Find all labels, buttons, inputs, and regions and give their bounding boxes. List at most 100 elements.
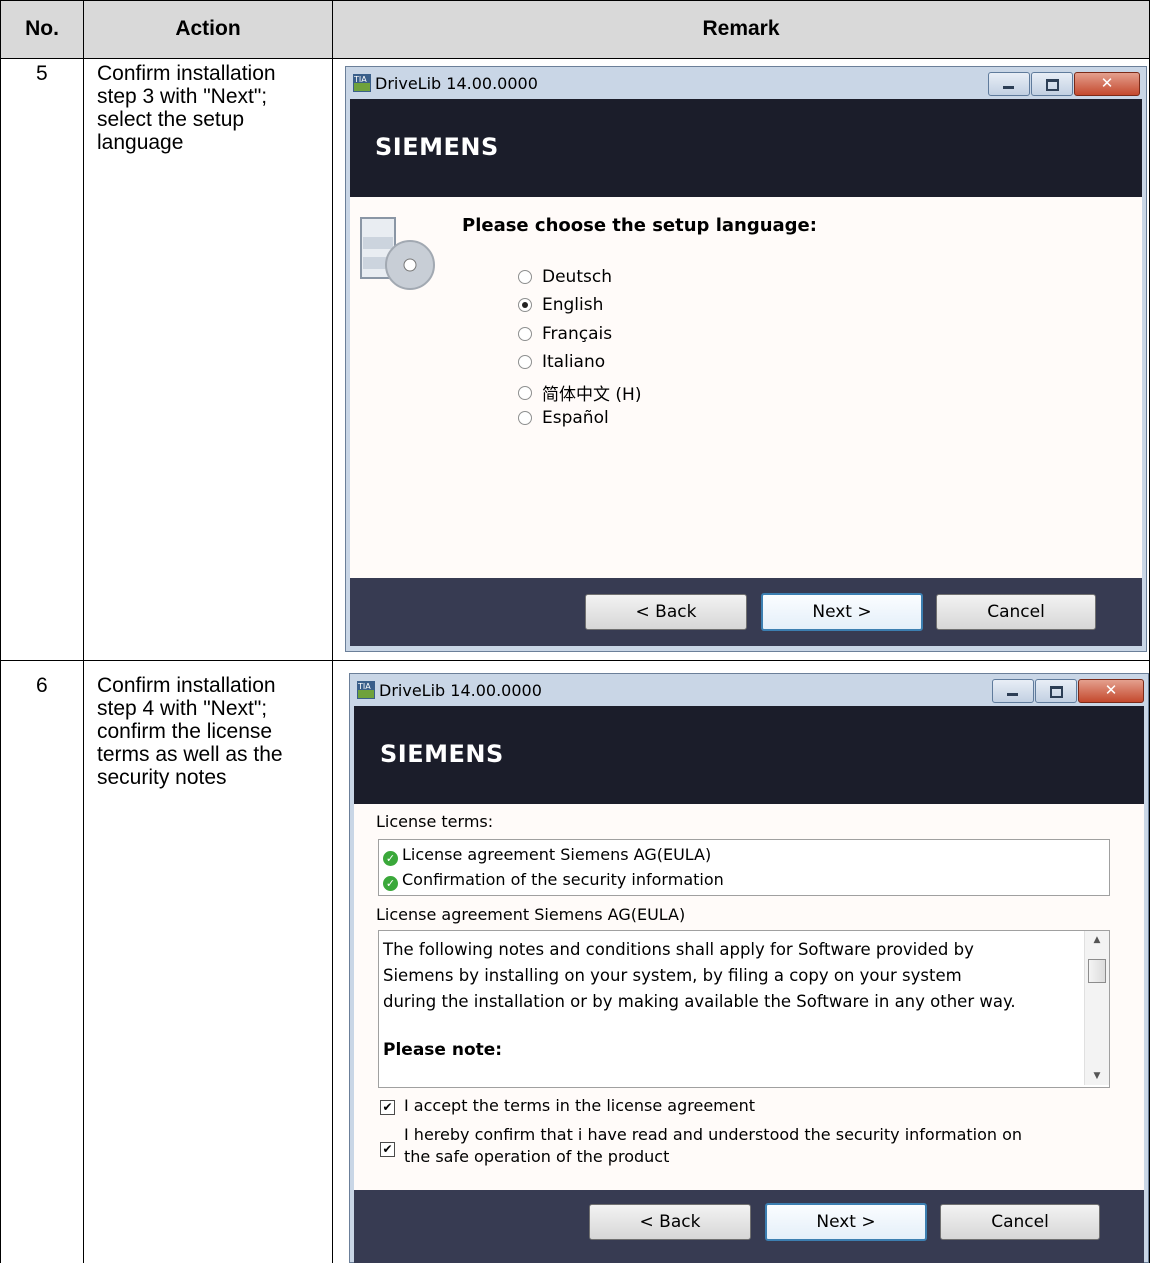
window-title: DriveLib 14.00.0000	[379, 681, 542, 700]
language-option-chinese[interactable]: 简体中文 (H)	[518, 380, 641, 405]
grid-line	[332, 0, 333, 1263]
license-item-label: License agreement Siemens AG(EULA)	[402, 845, 712, 864]
row-6-action: Confirm installation step 4 with "Next";…	[97, 674, 283, 789]
license-terms-dialog: TIA DriveLib 14.00.0000 ✕ SIEMENS Licens…	[349, 673, 1149, 1263]
back-button[interactable]: < Back	[585, 594, 747, 630]
brand-banner: SIEMENS	[350, 99, 1142, 197]
back-button[interactable]: < Back	[589, 1204, 751, 1240]
language-label: Deutsch	[542, 267, 612, 287]
dialog-content: Please choose the setup language: Deutsc…	[350, 197, 1142, 578]
language-option-espanol[interactable]: Español	[518, 408, 609, 428]
language-label: English	[542, 295, 604, 315]
header-no: No.	[1, 0, 83, 58]
header-remark: Remark	[333, 0, 1149, 58]
language-label: Italiano	[542, 352, 606, 372]
maximize-icon	[1046, 79, 1059, 91]
eula-text: The following notes and conditions shall…	[383, 937, 1083, 1063]
minimize-icon	[1007, 693, 1018, 696]
minimize-button[interactable]	[988, 72, 1030, 96]
tia-app-icon: TIA	[353, 74, 371, 92]
language-label: Español	[542, 408, 609, 428]
action-line: language	[97, 131, 184, 154]
setup-disc-icon	[360, 217, 435, 290]
grid-line	[0, 0, 1, 1263]
scroll-up-icon[interactable]: ▲	[1085, 935, 1109, 945]
minimize-icon	[1003, 86, 1014, 89]
language-label: 简体中文 (H)	[542, 385, 642, 405]
siemens-logo: SIEMENS	[380, 740, 504, 768]
radio-button-selected[interactable]	[518, 298, 532, 312]
next-button[interactable]: Next >	[761, 593, 923, 631]
dialog-footer: < Back Next > Cancel	[350, 578, 1142, 646]
minimize-button[interactable]	[992, 679, 1034, 703]
check-ok-icon: ✓	[383, 851, 398, 866]
action-line: terms as well as the	[97, 743, 283, 766]
confirm-security-line: the safe operation of the product	[404, 1147, 670, 1166]
grid-line	[83, 0, 84, 1263]
svg-text:TIA: TIA	[353, 75, 367, 84]
radio-button[interactable]	[518, 411, 532, 425]
eula-line: The following notes and conditions shall…	[383, 940, 974, 959]
close-button[interactable]: ✕	[1078, 679, 1144, 703]
maximize-button[interactable]	[1035, 679, 1077, 703]
radio-button[interactable]	[518, 355, 532, 369]
close-button[interactable]: ✕	[1074, 72, 1140, 96]
setup-language-dialog: TIA DriveLib 14.00.0000 ✕ SIEMENS Please…	[345, 66, 1147, 652]
confirm-security-checkbox-row[interactable]: ✔ I hereby confirm that i have read and …	[378, 1124, 1118, 1174]
row-6-number: 6	[36, 674, 48, 697]
close-icon: ✕	[1100, 74, 1114, 92]
header-action: Action	[84, 0, 332, 58]
license-item[interactable]: ✓ License agreement Siemens AG(EULA)	[383, 843, 711, 867]
dialog-footer: < Back Next > Cancel	[354, 1190, 1144, 1263]
cancel-button[interactable]: Cancel	[940, 1204, 1100, 1240]
grid-line	[0, 0, 1150, 1]
action-line: step 3 with "Next";	[97, 85, 268, 108]
eula-line: Siemens by installing on your system, by…	[383, 966, 962, 985]
language-option-italiano[interactable]: Italiano	[518, 352, 605, 372]
check-ok-icon: ✓	[383, 876, 398, 891]
close-icon: ✕	[1104, 681, 1118, 699]
action-line: confirm the license	[97, 720, 273, 743]
scroll-down-icon[interactable]: ▼	[1085, 1071, 1109, 1081]
cancel-button[interactable]: Cancel	[936, 594, 1096, 630]
confirm-security-checkbox[interactable]: ✔	[380, 1142, 395, 1157]
svg-text:TIA: TIA	[357, 682, 371, 691]
action-line: security notes	[97, 766, 227, 789]
window-title: DriveLib 14.00.0000	[375, 74, 538, 93]
scrollbar-thumb[interactable]	[1088, 959, 1106, 983]
action-line: select the setup	[97, 108, 245, 131]
maximize-button[interactable]	[1031, 72, 1073, 96]
radio-button[interactable]	[518, 327, 532, 341]
eula-label: License agreement Siemens AG(EULA)	[376, 905, 686, 924]
language-option-francais[interactable]: Français	[518, 324, 612, 344]
row-5-action: Confirm installation step 3 with "Next";…	[97, 62, 276, 154]
language-option-english[interactable]: English	[518, 295, 603, 315]
license-item-label: Confirmation of the security information	[402, 870, 724, 889]
action-line: step 4 with "Next";	[97, 697, 268, 720]
next-button[interactable]: Next >	[765, 1203, 927, 1241]
eula-line: during the installation or by making ava…	[383, 992, 1016, 1011]
accept-terms-checkbox-row[interactable]: ✔ I accept the terms in the license agre…	[378, 1094, 1078, 1120]
confirm-security-label: I hereby confirm that i have read and un…	[404, 1124, 1022, 1168]
maximize-icon	[1050, 686, 1063, 698]
confirm-security-line: I hereby confirm that i have read and un…	[404, 1125, 1023, 1144]
eula-text-box[interactable]: The following notes and conditions shall…	[378, 930, 1110, 1088]
language-option-deutsch[interactable]: Deutsch	[518, 267, 612, 287]
license-item[interactable]: ✓ Confirmation of the security informatio…	[383, 868, 724, 892]
license-terms-label: License terms:	[376, 812, 494, 831]
grid-line	[0, 660, 1150, 661]
accept-terms-label: I accept the terms in the license agreem…	[404, 1096, 755, 1115]
action-line: Confirm installation	[97, 62, 276, 85]
language-label: Français	[542, 324, 613, 344]
language-heading: Please choose the setup language:	[462, 215, 817, 236]
accept-terms-checkbox[interactable]: ✔	[380, 1100, 395, 1115]
dialog-content: License terms: ✓ License agreement Siemen…	[354, 804, 1144, 1190]
siemens-logo: SIEMENS	[375, 133, 499, 161]
grid-line	[0, 58, 1150, 59]
radio-button[interactable]	[518, 270, 532, 284]
scrollbar[interactable]: ▲ ▼	[1084, 931, 1109, 1085]
radio-button[interactable]	[518, 385, 532, 400]
brand-banner: SIEMENS	[354, 706, 1144, 804]
eula-note: Please note:	[383, 1040, 503, 1060]
license-terms-list[interactable]: ✓ License agreement Siemens AG(EULA) ✓ Con…	[378, 839, 1110, 896]
